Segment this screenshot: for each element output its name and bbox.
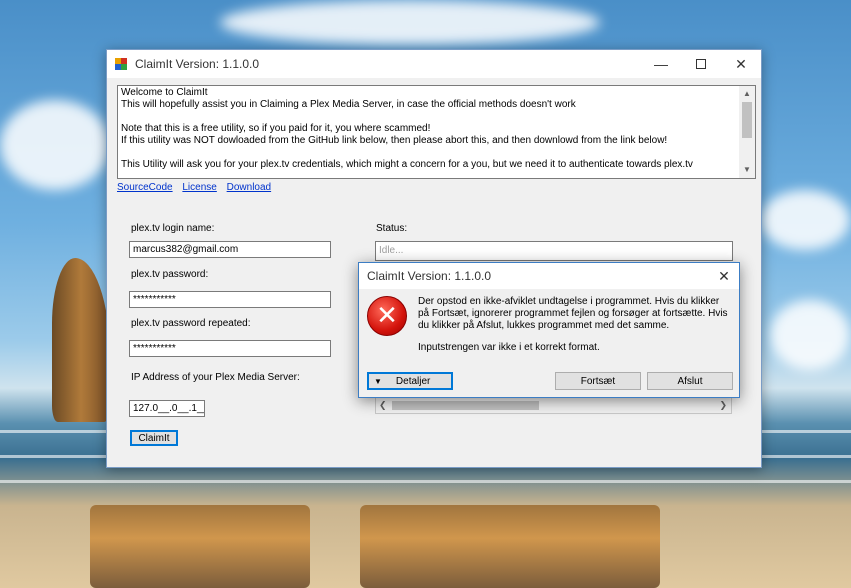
reflection: [90, 505, 310, 588]
dialog-title-bar[interactable]: ClaimIt Version: 1.1.0.0 ✕: [359, 263, 739, 289]
password-label: plex.tv password:: [131, 269, 209, 280]
ip-address-input[interactable]: 127.0__.0__.1__: [129, 400, 205, 417]
info-line: Note that this is a free utility, so if …: [121, 123, 431, 134]
dialog-title: ClaimIt Version: 1.1.0.0: [367, 269, 492, 283]
cloud: [0, 100, 110, 190]
scroll-thumb[interactable]: [742, 102, 752, 138]
info-line: [121, 111, 737, 123]
wave-line: [0, 480, 851, 483]
quit-button[interactable]: Afslut: [647, 372, 733, 390]
details-button[interactable]: ▼ Detaljer: [367, 372, 453, 390]
scroll-thumb[interactable]: [392, 401, 539, 410]
info-scrollbar[interactable]: ▲ ▼: [739, 86, 755, 178]
info-line: This will hopefully assist you in Claimi…: [121, 99, 576, 110]
status-label: Status:: [376, 223, 408, 234]
main-title-bar[interactable]: ClaimIt Version: 1.1.0.0 — ✕: [107, 50, 761, 78]
reflection: [360, 505, 660, 588]
continue-button[interactable]: Fortsæt: [555, 372, 641, 390]
info-line: This Utility will ask you for your plex.…: [121, 159, 693, 170]
ip-label: IP Address of your Plex Media Server:: [131, 372, 300, 383]
minimize-icon[interactable]: —: [641, 50, 681, 78]
info-line: [121, 147, 737, 159]
claimit-button[interactable]: ClaimIt: [130, 430, 178, 446]
sourcecode-link[interactable]: SourceCode: [117, 182, 173, 193]
cloud: [770, 300, 850, 370]
info-line: If this utility was NOT dowloaded from t…: [121, 135, 668, 146]
scroll-down-icon[interactable]: ▼: [739, 164, 755, 176]
info-line: Welcome to ClaimIt: [121, 87, 208, 98]
error-detail-message: Inputstrengen var ikke i et korrekt form…: [418, 342, 600, 353]
details-button-label: Detaljer: [395, 375, 431, 387]
close-icon[interactable]: ✕: [709, 263, 739, 289]
window-title: ClaimIt Version: 1.1.0.0: [135, 57, 260, 71]
error-dialog: ClaimIt Version: 1.1.0.0 ✕ ✕ Der opstod …: [358, 262, 740, 398]
password-repeat-input[interactable]: ***********: [129, 340, 331, 357]
cloud: [220, 0, 600, 45]
login-label: plex.tv login name:: [131, 223, 215, 234]
scroll-right-icon[interactable]: ❯: [719, 398, 727, 413]
chevron-down-icon: ▼: [374, 376, 382, 386]
download-link[interactable]: Download: [227, 182, 271, 193]
maximize-icon[interactable]: [681, 50, 721, 78]
info-textbox[interactable]: Welcome to ClaimIt This will hopefully a…: [117, 85, 756, 179]
password-repeat-label: plex.tv password repeated:: [131, 318, 251, 329]
scroll-left-icon[interactable]: ❮: [379, 398, 387, 413]
links-row: SourceCode License Download: [117, 182, 278, 193]
scroll-up-icon[interactable]: ▲: [739, 88, 755, 100]
status-textbox[interactable]: Idle...: [375, 241, 733, 261]
password-input[interactable]: ***********: [129, 291, 331, 308]
rock-formation: [52, 258, 110, 422]
login-input[interactable]: marcus382@gmail.com: [129, 241, 331, 258]
cloud: [760, 190, 850, 250]
error-message: Der opstod en ikke-afviklet undtagelse i…: [418, 296, 728, 331]
license-link[interactable]: License: [182, 182, 216, 193]
main-window: ClaimIt Version: 1.1.0.0 — ✕ Welcome to …: [106, 49, 762, 468]
close-icon[interactable]: ✕: [721, 50, 761, 78]
claimit-app-icon: [115, 58, 127, 70]
error-icon: ✕: [367, 296, 407, 336]
status-horizontal-scrollbar[interactable]: ❮ ❯: [375, 397, 732, 414]
